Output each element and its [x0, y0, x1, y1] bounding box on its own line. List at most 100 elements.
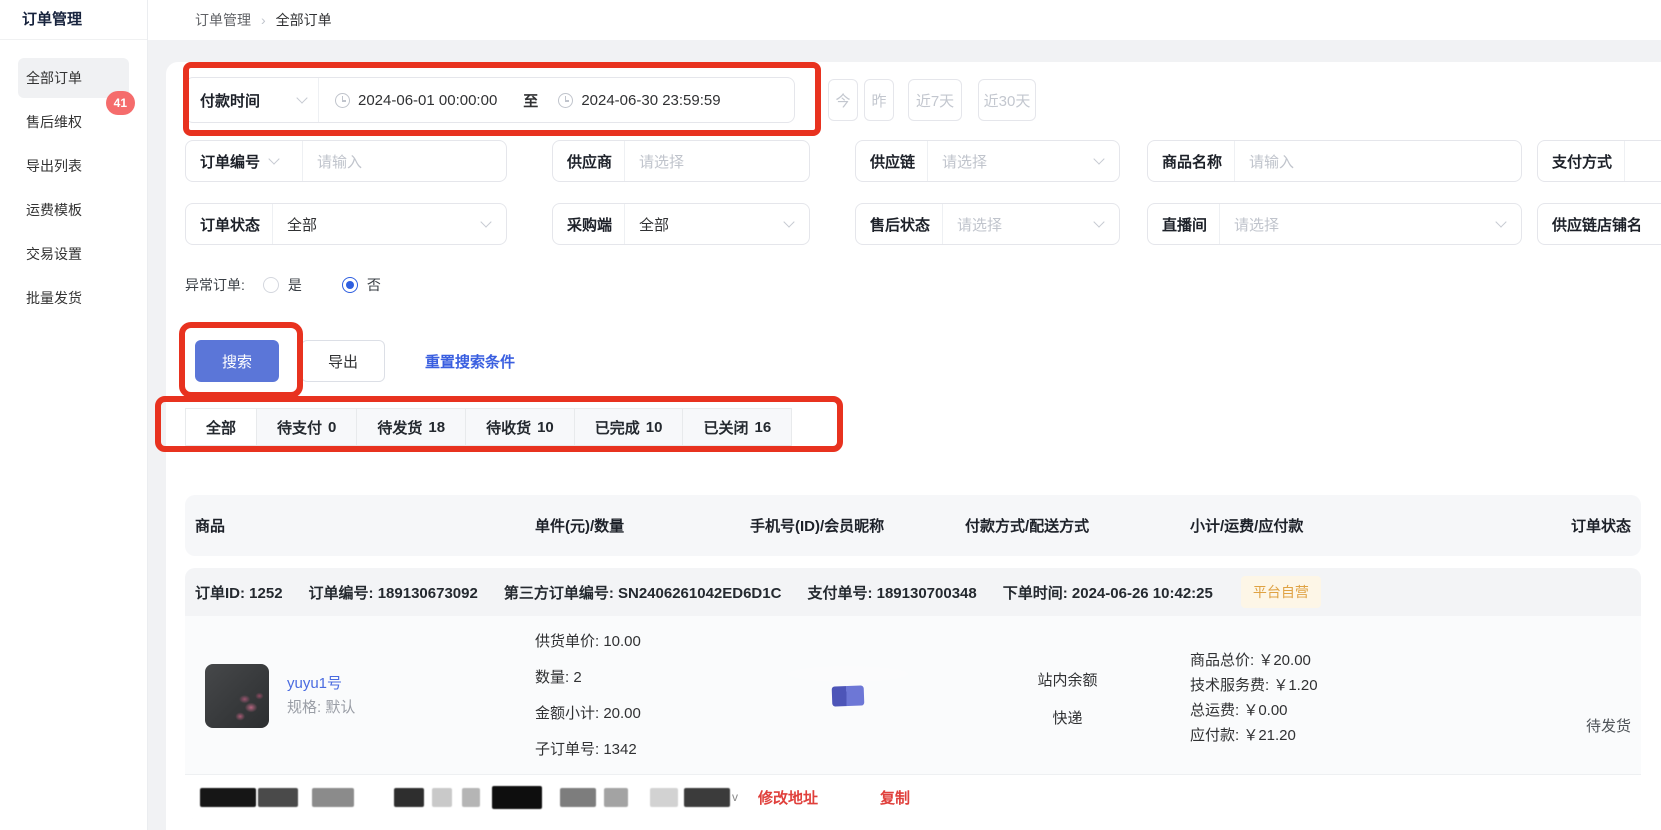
- quick-yesterday-button[interactable]: 昨: [864, 79, 894, 121]
- copy-address-link[interactable]: 复制: [880, 787, 910, 808]
- member-cell: [740, 616, 955, 706]
- filter-row-2: 订单编号 请输入 供应商 请选择 供应链 请选择 商品名称 请输入: [185, 140, 1661, 182]
- tab-count: 10: [646, 419, 663, 436]
- delivery-method: 快递: [955, 700, 1180, 738]
- chevron-down-icon: [296, 92, 307, 103]
- purchase-side-label: 采购端: [553, 214, 624, 235]
- date-end-value[interactable]: 2024-06-30 23:59:59: [581, 92, 720, 109]
- chevron-down-icon: [1495, 216, 1506, 227]
- purchase-side-filter[interactable]: 采购端 全部: [552, 203, 810, 245]
- filter-row-time: 付款时间 2024-06-01 00:00:00 至 2024-06-30 23…: [185, 77, 1661, 123]
- supply-chain-filter[interactable]: 供应链 请选择: [855, 140, 1120, 182]
- quick-today-button[interactable]: 今: [828, 79, 858, 121]
- order-number-input[interactable]: 请输入: [303, 151, 362, 172]
- unit-price: 供货单价: 10.00: [535, 624, 740, 660]
- search-button[interactable]: 搜索: [195, 340, 279, 382]
- reset-search-link[interactable]: 重置搜索条件: [425, 351, 515, 372]
- order-time: 下单时间: 2024-06-26 10:42:25: [1003, 582, 1213, 603]
- tab-pending-payment[interactable]: 待支付0: [256, 408, 357, 446]
- date-range[interactable]: 2024-06-01 00:00:00 至 2024-06-30 23:59:5…: [319, 90, 721, 111]
- redaction-block: [432, 788, 452, 807]
- date-start-value[interactable]: 2024-06-01 00:00:00: [358, 92, 497, 109]
- goods-total: 商品总价: ￥20.00: [1190, 648, 1425, 673]
- col-member: 手机号(ID)/会员昵称: [740, 515, 955, 536]
- col-pay-delivery: 付款方式/配送方式: [955, 515, 1180, 536]
- redaction-block: [312, 788, 354, 807]
- service-fee: 技术服务费: ￥1.20: [1190, 673, 1425, 698]
- tab-pending-shipment[interactable]: 待发货18: [356, 408, 466, 446]
- sidebar-item-export-list[interactable]: 导出列表: [18, 146, 129, 186]
- tab-completed[interactable]: 已完成10: [574, 408, 684, 446]
- tab-pending-receipt[interactable]: 待收货10: [465, 408, 575, 446]
- breadcrumb-parent[interactable]: 订单管理: [195, 10, 251, 30]
- sidebar-item-trade-settings[interactable]: 交易设置: [18, 234, 129, 274]
- sidebar-title: 订单管理: [0, 0, 147, 40]
- redaction-block: [604, 788, 628, 807]
- tab-all[interactable]: 全部: [185, 408, 257, 446]
- live-room-select[interactable]: 请选择: [1220, 214, 1279, 235]
- abnormal-order-label: 异常订单:: [185, 275, 245, 295]
- divider: [1624, 141, 1625, 181]
- order-status-filter[interactable]: 订单状态 全部: [185, 203, 507, 245]
- tab-label: 待支付: [277, 417, 322, 438]
- abnormal-no-radio[interactable]: [342, 277, 358, 293]
- tab-label: 待收货: [486, 417, 531, 438]
- purchase-side-select[interactable]: 全部: [625, 214, 669, 235]
- payment-cell: 站内余额 快递: [955, 662, 1180, 738]
- sidebar-item-label: 运费模板: [26, 202, 82, 218]
- sidebar-item-batch-shipping[interactable]: 批量发货: [18, 278, 129, 318]
- order-number-filter[interactable]: 订单编号 请输入: [185, 140, 507, 182]
- sidebar-item-label: 全部订单: [26, 70, 82, 86]
- order-status-select[interactable]: 全部: [273, 214, 317, 235]
- quick-30days-button[interactable]: 近30天: [978, 79, 1036, 121]
- sidebar-nav: 全部订单 售后维权 41 导出列表 运费模板 交易设置 批量发货: [0, 40, 147, 318]
- address-row: v 修改地址 复制: [185, 774, 1641, 819]
- sidebar-item-after-sales[interactable]: 售后维权 41: [18, 102, 129, 142]
- breadcrumb-current: 全部订单: [276, 10, 332, 30]
- product-name-link[interactable]: yuyu1号: [287, 672, 355, 696]
- pay-method-filter[interactable]: 支付方式: [1537, 140, 1661, 182]
- live-room-label: 直播间: [1148, 214, 1219, 235]
- after-sales-status-select[interactable]: 请选择: [943, 214, 1002, 235]
- redacted-member-halo: [788, 666, 908, 682]
- redaction-block: [492, 786, 542, 809]
- product-name-input[interactable]: 请输入: [1235, 151, 1294, 172]
- sidebar-item-label: 交易设置: [26, 246, 82, 262]
- price-cell: 供货单价: 10.00 数量: 2 金额小计: 20.00 子订单号: 1342: [525, 624, 740, 768]
- breadcrumb: 订单管理 › 全部订单: [148, 0, 1661, 40]
- payment-time-filter[interactable]: 付款时间 2024-06-01 00:00:00 至 2024-06-30 23…: [185, 77, 795, 123]
- edit-address-link[interactable]: 修改地址: [758, 787, 818, 808]
- after-sales-status-filter[interactable]: 售后状态 请选择: [855, 203, 1120, 245]
- third-party-order-number: 第三方订单编号: SN2406261042ED6D1C: [504, 582, 782, 603]
- abnormal-yes-label[interactable]: 是: [288, 275, 302, 295]
- amount-subtotal: 金额小计: 20.00: [535, 696, 740, 732]
- abnormal-no-label[interactable]: 否: [367, 275, 381, 295]
- sidebar-item-freight-template[interactable]: 运费模板: [18, 190, 129, 230]
- breadcrumb-separator-icon: ›: [261, 12, 266, 28]
- supply-chain-select[interactable]: 请选择: [928, 151, 987, 172]
- chevron-down-icon: [480, 216, 491, 227]
- payment-number: 支付单号: 189130700348: [807, 582, 976, 603]
- quick-7days-button[interactable]: 近7天: [908, 79, 962, 121]
- live-room-filter[interactable]: 直播间 请选择: [1147, 203, 1522, 245]
- export-button[interactable]: 导出: [301, 340, 385, 382]
- supply-chain-shop-filter[interactable]: 供应链店铺名: [1537, 203, 1661, 245]
- amount-cell: 商品总价: ￥20.00 技术服务费: ￥1.20 总运费: ￥0.00 应付款…: [1180, 648, 1425, 748]
- supplier-select[interactable]: 请选择: [625, 151, 684, 172]
- order-status-tabs: 全部 待支付0 待发货18 待收货10 已完成10 已关闭16: [185, 408, 1661, 446]
- product-text: yuyu1号 规格: 默认: [287, 672, 355, 720]
- platform-self-operated-badge: 平台自营: [1241, 576, 1321, 608]
- tab-count: 18: [428, 419, 445, 436]
- abnormal-order-row: 异常订单: 是 否: [185, 275, 1661, 295]
- filter-row-3: 订单状态 全部 采购端 全部 售后状态 请选择 直播间 请选择: [185, 203, 1661, 245]
- abnormal-yes-radio[interactable]: [263, 277, 279, 293]
- redacted-member-blob: [831, 685, 864, 706]
- order-id: 订单ID: 1252: [195, 582, 283, 603]
- order-status-value: 待发货: [1425, 714, 1641, 739]
- table-header: 商品 单件(元)/数量 手机号(ID)/会员昵称 付款方式/配送方式 小计/运费…: [185, 495, 1641, 556]
- product-name-filter[interactable]: 商品名称 请输入: [1147, 140, 1522, 182]
- tab-label: 已关闭: [703, 417, 748, 438]
- supplier-filter[interactable]: 供应商 请选择: [552, 140, 810, 182]
- tab-closed[interactable]: 已关闭16: [682, 408, 792, 446]
- payment-time-label-wrap: 付款时间: [186, 90, 318, 111]
